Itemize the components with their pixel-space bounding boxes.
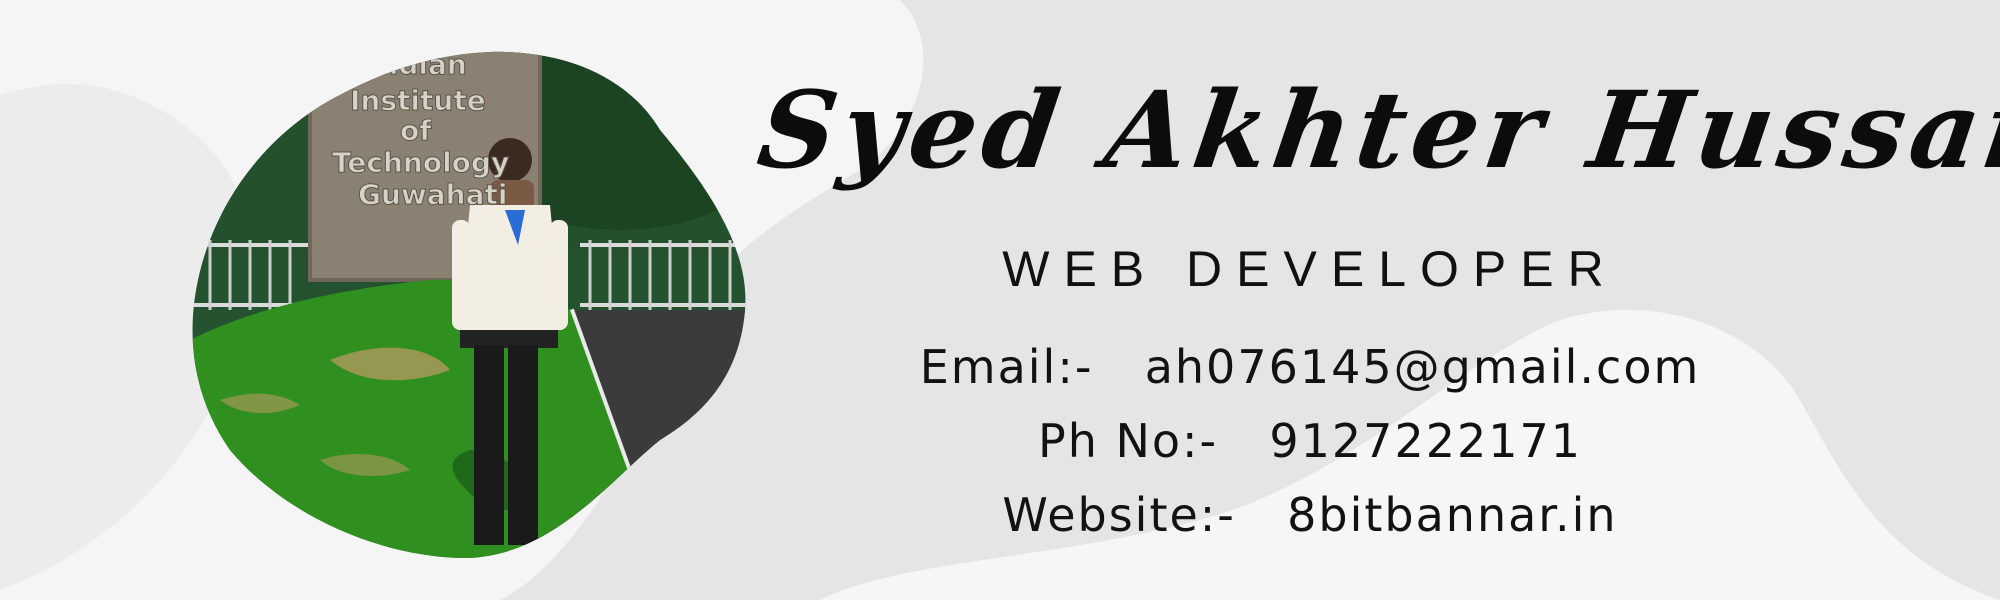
profile-photo: Indian Institute of Technology Guwahati: [190, 40, 750, 560]
sign-line-3: of: [400, 114, 432, 147]
sign-line-5: Guwahati: [358, 178, 508, 211]
phone-value[interactable]: 9127222171: [1269, 414, 1582, 468]
phone-line: Ph No:- 9127222171: [840, 414, 1780, 468]
website-line: Website:- 8bitbannar.in: [840, 488, 1780, 542]
website-value[interactable]: 8bitbannar.in: [1287, 488, 1617, 542]
person-name: Syed Akhter Hussain: [751, 67, 2000, 192]
email-line: Email:- ah076145@gmail.com: [840, 340, 1780, 394]
email-label: Email:-: [919, 340, 1094, 394]
website-label: Website:-: [1002, 488, 1236, 542]
job-title: WEB DEVELOPER: [1002, 241, 1618, 297]
phone-label: Ph No:-: [1037, 414, 1219, 468]
sign-line-1: Indian: [368, 48, 467, 81]
sign-line-2: Institute: [350, 84, 486, 117]
sign-line-4: Technology: [332, 146, 509, 179]
email-value[interactable]: ah076145@gmail.com: [1145, 340, 1701, 394]
